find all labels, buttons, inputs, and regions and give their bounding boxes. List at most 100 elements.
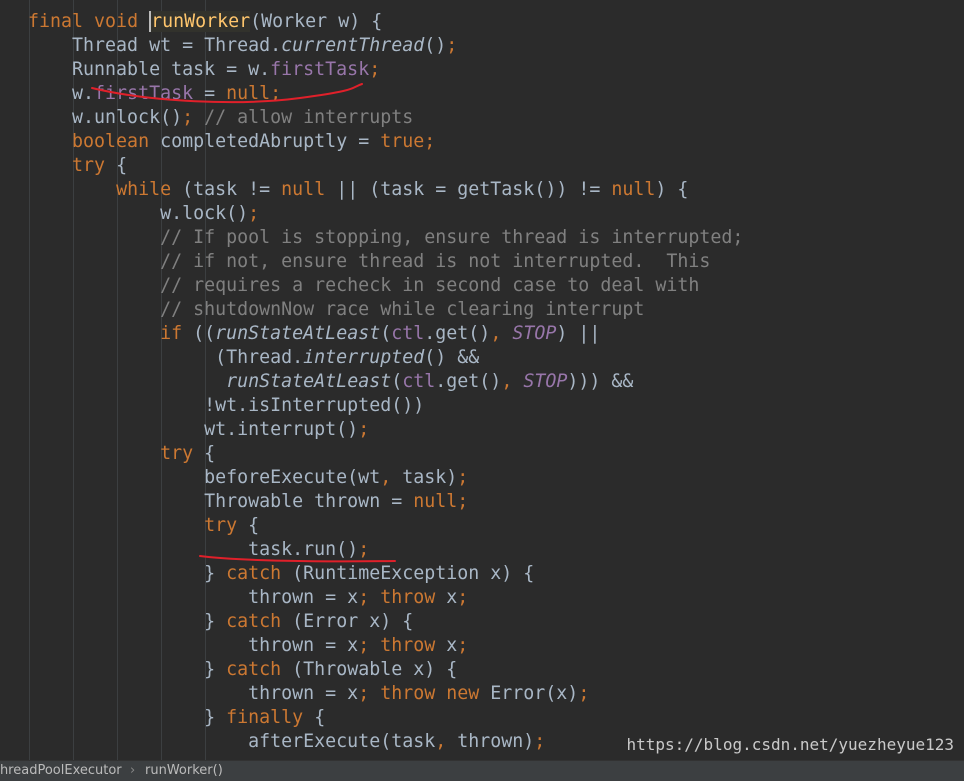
code-token: firstTask [94, 83, 194, 104]
code-token: w. [28, 83, 95, 104]
code-token: () && [424, 347, 480, 368]
code-line[interactable]: boolean completedAbruptly = true; [28, 130, 743, 154]
code-line[interactable]: } finally { [28, 706, 743, 730]
code-line[interactable]: if ((runStateAtLeast(ctl.get(), STOP) || [28, 322, 743, 346]
code-token: , [435, 731, 458, 752]
code-line[interactable]: while (task != null || (task = getTask()… [28, 178, 743, 202]
code-token: ; throw [358, 587, 447, 608]
code-token: ; [358, 539, 370, 560]
code-line[interactable]: Thread wt = Thread.currentThread(); [28, 34, 743, 58]
code-line[interactable]: } catch (Error x) { [28, 610, 743, 634]
code-token: true; [380, 131, 436, 152]
code-token: runStateAtLeast [215, 323, 381, 344]
code-line[interactable]: final void runWorker(Worker w) { [28, 10, 743, 34]
code-token: ; [182, 107, 194, 128]
code-token: ; [457, 587, 469, 608]
code-token: runWorker [149, 11, 251, 32]
code-token: , [490, 323, 513, 344]
code-line[interactable]: thrown = x; throw x; [28, 586, 743, 610]
code-token: Error(x) [490, 683, 579, 704]
code-line[interactable]: // If pool is stopping, ensure thread is… [28, 226, 743, 250]
code-token: null; [226, 83, 282, 104]
code-token: (Worker w) { [250, 11, 383, 32]
code-token: currentThread [281, 35, 425, 56]
code-token: (( [193, 323, 216, 344]
code-token: ctl [391, 323, 425, 344]
code-line[interactable]: w.lock(); [28, 202, 743, 226]
code-token: // shutdownNow race while clearing inter… [28, 299, 645, 320]
code-token: try [204, 515, 249, 536]
code-area[interactable]: final void runWorker(Worker w) { Thread … [28, 10, 743, 754]
code-token: ; [534, 731, 546, 752]
code-token: } [28, 563, 227, 584]
code-token: (task != [182, 179, 282, 200]
code-line[interactable]: wt.interrupt(); [28, 418, 743, 442]
code-token: , [380, 467, 403, 488]
code-token: try [160, 443, 205, 464]
code-token: ( [380, 323, 392, 344]
code-token: if [160, 323, 194, 344]
code-token: task) [402, 467, 458, 488]
code-line[interactable]: runStateAtLeast(ctl.get(), STOP))) && [28, 370, 743, 394]
code-token: ( [391, 371, 403, 392]
code-token: () [424, 35, 447, 56]
code-token: thrown = x [28, 635, 359, 656]
code-token: beforeExecute(wt [28, 467, 381, 488]
code-line[interactable]: } catch (Throwable x) { [28, 658, 743, 682]
code-token: // If pool is stopping, ensure thread is… [28, 227, 744, 248]
code-token: w.lock() [28, 203, 249, 224]
code-token: // allow interrupts [193, 107, 414, 128]
code-line[interactable]: !wt.isInterrupted()) [28, 394, 743, 418]
code-token: interrupted [303, 347, 425, 368]
code-token: null; [413, 491, 469, 512]
code-line[interactable]: thrown = x; throw x; [28, 634, 743, 658]
code-line[interactable]: w.unlock(); // allow interrupts [28, 106, 743, 130]
code-token: { [116, 155, 128, 176]
code-token: || (task = getTask()) != [336, 179, 612, 200]
code-line[interactable]: // if not, ensure thread is not interrup… [28, 250, 743, 274]
code-token: .get() [435, 371, 502, 392]
code-token: completedAbruptly = [160, 131, 381, 152]
code-token: try [72, 155, 117, 176]
code-line[interactable]: try { [28, 514, 743, 538]
breadcrumb-class[interactable]: ThreadPoolExecutor [0, 761, 122, 781]
code-token: firstTask [270, 59, 370, 80]
code-token: Thread wt = Thread. [28, 35, 282, 56]
code-line[interactable]: (Thread.interrupted() && [28, 346, 743, 370]
code-token: (Thread. [28, 347, 304, 368]
code-line[interactable]: try { [28, 442, 743, 466]
code-token: !wt.isInterrupted()) [28, 395, 425, 416]
code-token: null [281, 179, 337, 200]
code-token: thrown) [457, 731, 535, 752]
code-token: thrown = x [28, 587, 359, 608]
code-token: ; [457, 635, 469, 656]
code-line[interactable]: Throwable thrown = null; [28, 490, 743, 514]
code-token: Runnable task = w. [28, 59, 271, 80]
code-token: x [446, 635, 458, 656]
code-token: .get() [424, 323, 491, 344]
code-line[interactable]: try { [28, 154, 743, 178]
code-token: boolean [72, 131, 161, 152]
code-line[interactable]: task.run(); [28, 538, 743, 562]
code-editor[interactable]: final void runWorker(Worker w) { Thread … [0, 0, 964, 760]
code-line[interactable]: // requires a recheck in second case to … [28, 274, 743, 298]
watermark: https://blog.csdn.net/yuezheyue123 [626, 735, 954, 754]
code-token: runStateAtLeast [226, 371, 392, 392]
code-line[interactable]: beforeExecute(wt, task); [28, 466, 743, 490]
code-token: ; [369, 59, 381, 80]
code-line[interactable]: // shutdownNow race while clearing inter… [28, 298, 743, 322]
code-line[interactable]: } catch (RuntimeException x) { [28, 562, 743, 586]
breadcrumb: ThreadPoolExecutor › runWorker() [0, 760, 964, 781]
code-line[interactable]: Runnable task = w.firstTask; [28, 58, 743, 82]
code-line[interactable]: w.firstTask = null; [28, 82, 743, 106]
code-line[interactable]: thrown = x; throw new Error(x); [28, 682, 743, 706]
breadcrumb-method[interactable]: runWorker() [145, 761, 223, 781]
code-token: ; throw new [358, 683, 491, 704]
